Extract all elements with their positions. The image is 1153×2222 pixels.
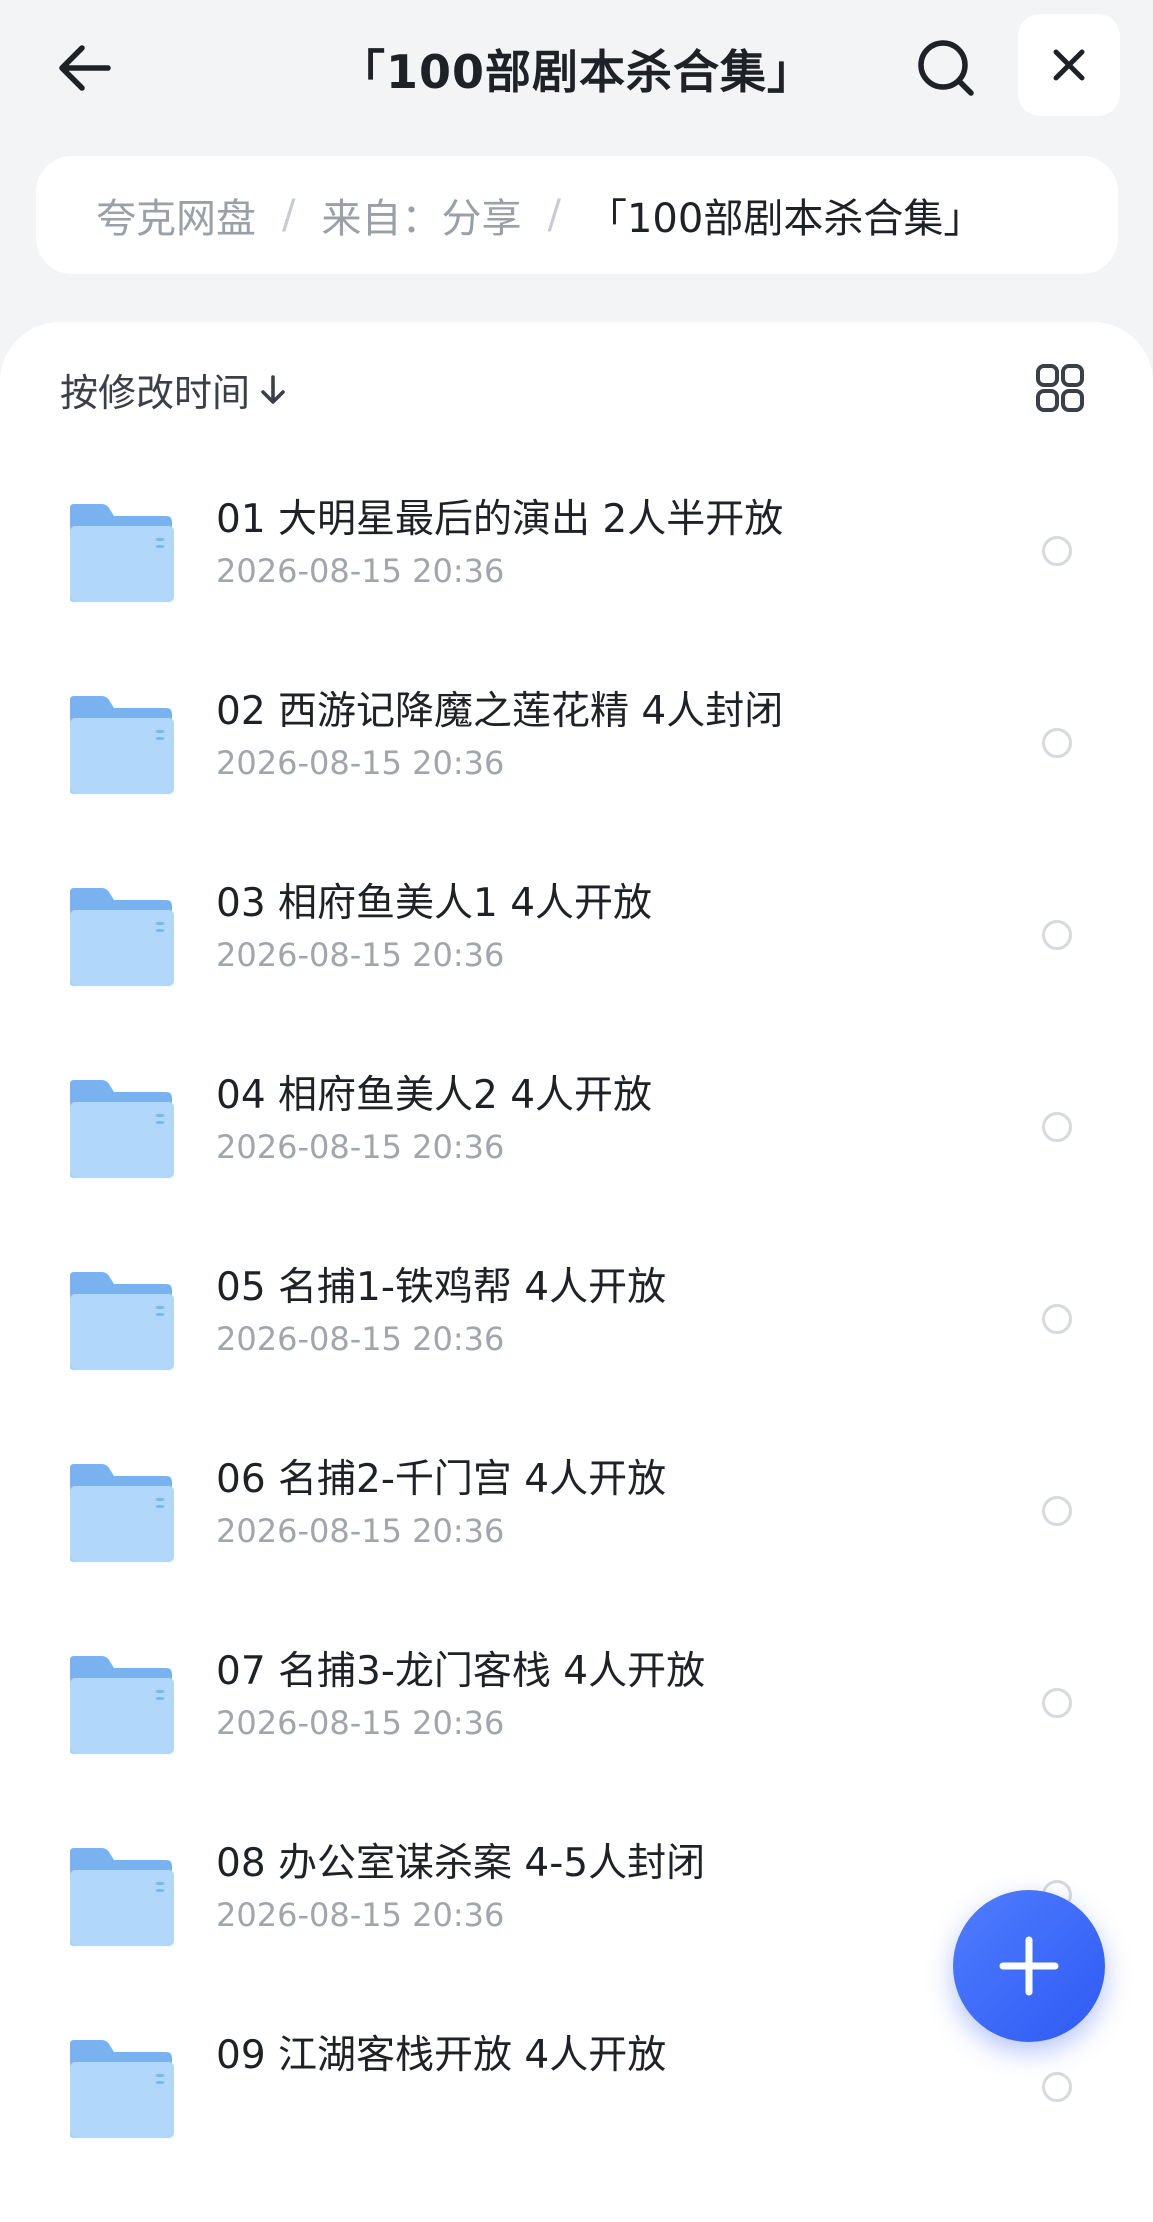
select-radio[interactable]: [1042, 536, 1072, 566]
sort-button[interactable]: 按修改时间: [60, 362, 286, 417]
list-item[interactable]: 04 相府鱼美人2 4人开放 2026-08-15 20:36: [0, 1018, 1153, 1210]
breadcrumb-separator: /: [547, 192, 561, 238]
file-name: 01 大明星最后的演出 2人半开放: [216, 497, 784, 542]
folder-icon: [64, 1270, 176, 1372]
plus-icon: [999, 1936, 1059, 1996]
folder-icon: [64, 1846, 176, 1948]
folder-icon: [64, 1654, 176, 1756]
search-button[interactable]: [906, 28, 986, 108]
folder-icon: [64, 1078, 176, 1180]
select-radio[interactable]: [1042, 1112, 1072, 1142]
grid-view-icon: [1036, 364, 1084, 412]
breadcrumb-item-current: 「100部剧本杀合集」: [586, 196, 984, 242]
file-date: 2026-08-15 20:36: [216, 744, 505, 782]
file-date: 2026-08-15 20:36: [216, 552, 505, 590]
file-name: 08 办公室谋杀案 4-5人封闭: [216, 1841, 706, 1886]
file-name: 09 江湖客栈开放 4人开放: [216, 2033, 667, 2078]
file-name: 02 西游记降魔之莲花精 4人封闭: [216, 689, 784, 734]
select-radio[interactable]: [1042, 1304, 1072, 1334]
list-item[interactable]: 06 名捕2-千门宫 4人开放 2026-08-15 20:36: [0, 1402, 1153, 1594]
file-date: 2026-08-15 20:36: [216, 1704, 505, 1742]
file-date: 2026-08-15 20:36: [216, 1128, 505, 1166]
list-item[interactable]: 05 名捕1-铁鸡帮 4人开放 2026-08-15 20:36: [0, 1210, 1153, 1402]
file-name: 03 相府鱼美人1 4人开放: [216, 881, 653, 926]
folder-icon: [64, 694, 176, 796]
file-name: 05 名捕1-铁鸡帮 4人开放: [216, 1265, 667, 1310]
breadcrumb-item-root[interactable]: 夸克网盘: [96, 186, 256, 244]
file-date: 2026-08-15 20:36: [216, 1320, 505, 1358]
select-radio[interactable]: [1042, 728, 1072, 758]
file-date: 2026-08-15 20:36: [216, 1896, 505, 1934]
top-bar: 「100部剧本杀合集」: [0, 0, 1153, 140]
search-icon: [918, 40, 974, 96]
breadcrumb-separator: /: [282, 192, 296, 238]
select-radio[interactable]: [1042, 920, 1072, 950]
file-date: 2026-08-15 20:36: [216, 936, 505, 974]
add-button[interactable]: [953, 1890, 1105, 2042]
file-name: 06 名捕2-千门宫 4人开放: [216, 1457, 667, 1502]
list-item[interactable]: 01 大明星最后的演出 2人半开放 2026-08-15 20:36: [0, 442, 1153, 634]
list-item[interactable]: 02 西游记降魔之莲花精 4人封闭 2026-08-15 20:36: [0, 634, 1153, 826]
file-name: 04 相府鱼美人2 4人开放: [216, 1073, 653, 1118]
close-button[interactable]: [1018, 14, 1120, 116]
folder-icon: [64, 2038, 176, 2140]
arrow-left-icon: [59, 45, 111, 91]
folder-icon: [64, 886, 176, 988]
arrow-down-icon: [261, 374, 285, 404]
grid-view-button[interactable]: [1030, 358, 1090, 418]
breadcrumb: 夸克网盘 / 来自：分享 / 「100部剧本杀合集」: [36, 156, 1118, 274]
back-button[interactable]: [44, 28, 124, 108]
breadcrumb-item-share[interactable]: 来自：分享: [321, 186, 521, 244]
folder-icon: [64, 502, 176, 604]
list-item[interactable]: 07 名捕3-龙门客栈 4人开放 2026-08-15 20:36: [0, 1594, 1153, 1786]
select-radio[interactable]: [1042, 1688, 1072, 1718]
file-name: 07 名捕3-龙门客栈 4人开放: [216, 1649, 706, 1694]
folder-icon: [64, 1462, 176, 1564]
sort-label: 按修改时间: [60, 371, 251, 415]
select-radio[interactable]: [1042, 1496, 1072, 1526]
select-radio[interactable]: [1042, 2072, 1072, 2102]
close-icon: [1053, 49, 1085, 81]
file-date: 2026-08-15 20:36: [216, 1512, 505, 1550]
list-item[interactable]: 03 相府鱼美人1 4人开放 2026-08-15 20:36: [0, 826, 1153, 1018]
